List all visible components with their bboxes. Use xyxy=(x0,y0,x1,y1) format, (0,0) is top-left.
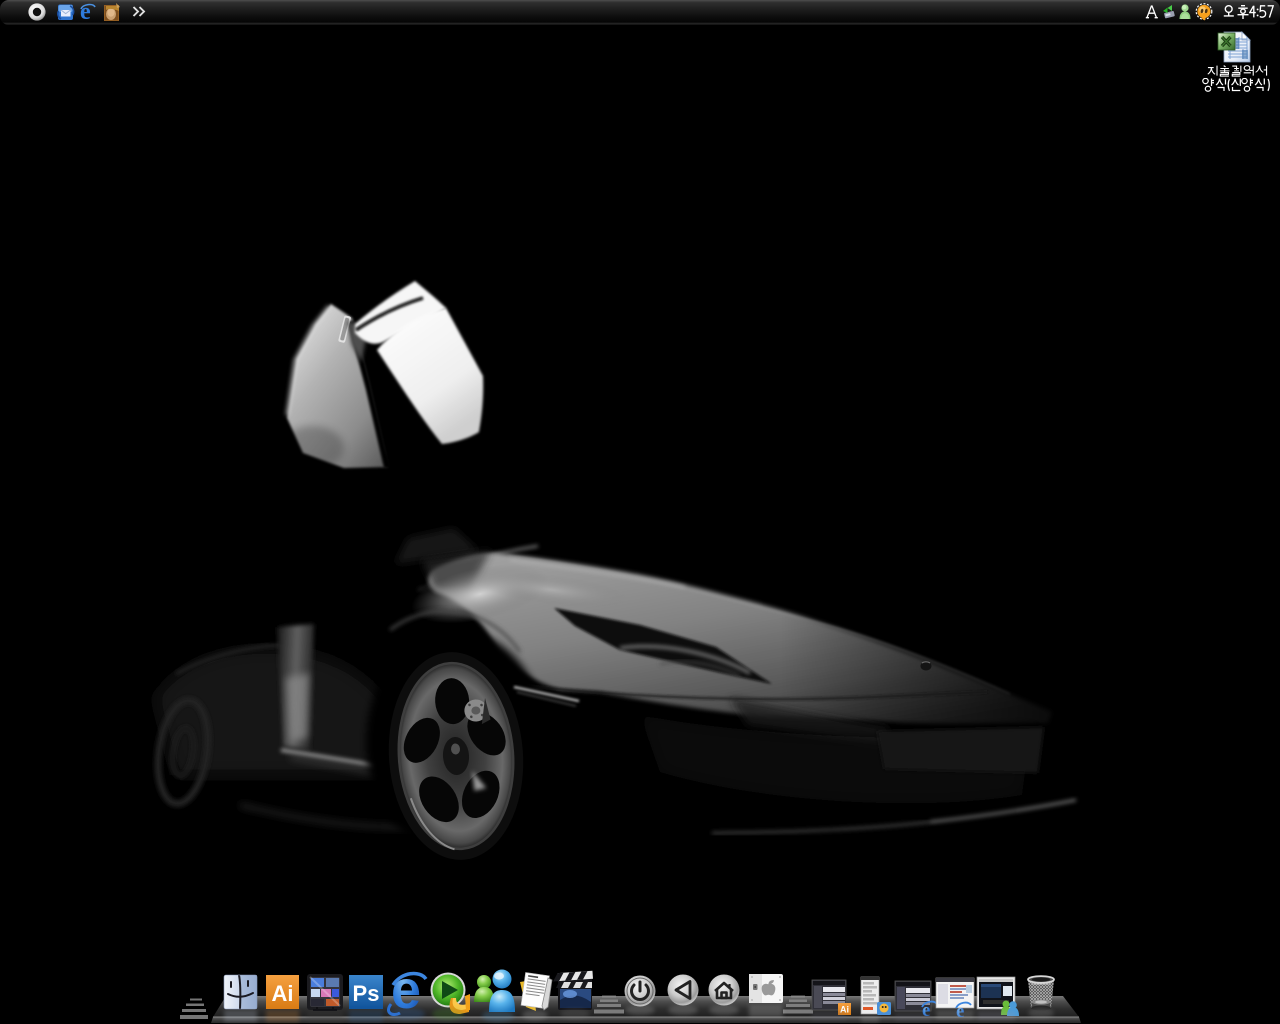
svg-text:Ps: Ps xyxy=(353,981,380,1006)
svg-text:Ai: Ai xyxy=(272,981,294,1006)
